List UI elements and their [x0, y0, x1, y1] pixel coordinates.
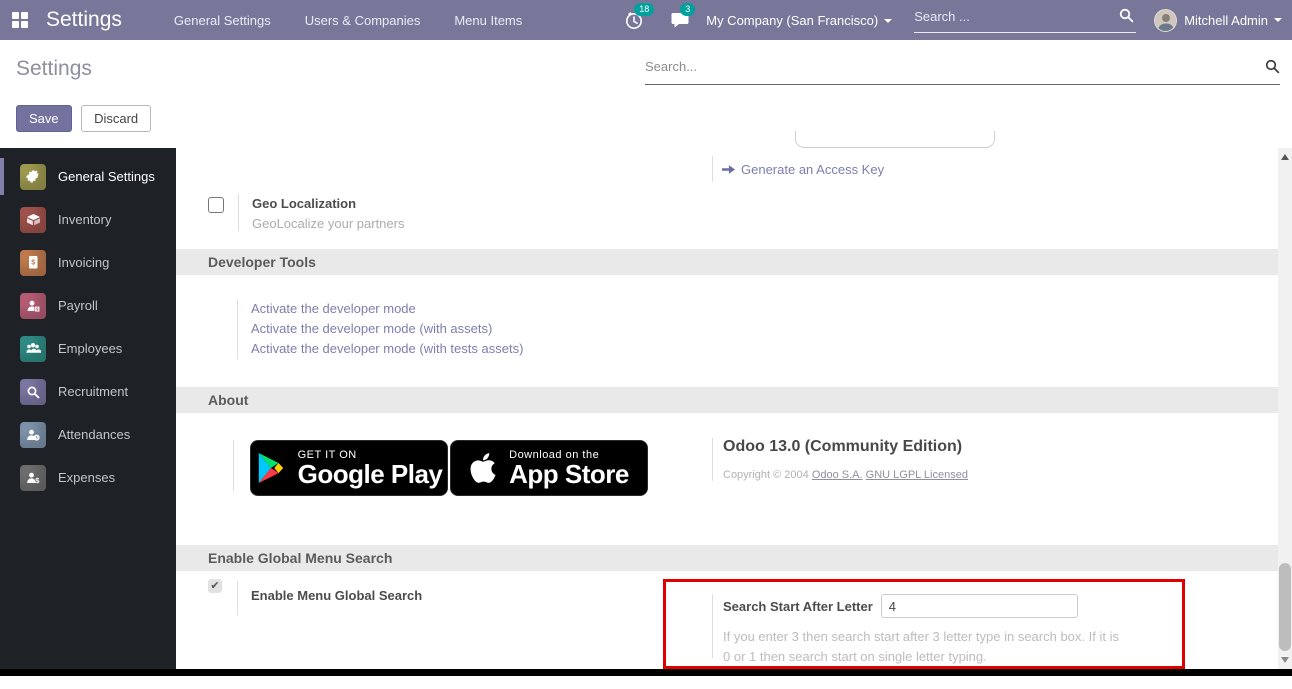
control-panel: Settings [0, 40, 1292, 96]
sidebar-item-invoicing[interactable]: $ Invoicing [0, 241, 176, 284]
geo-localization-subtitle: GeoLocalize your partners [252, 216, 404, 231]
apps-menu-button[interactable] [0, 0, 40, 40]
chevron-down-icon [884, 19, 892, 23]
help-text-line1: If you enter 3 then search start after 3… [723, 627, 1172, 647]
sidebar-item-inventory[interactable]: Inventory [0, 198, 176, 241]
sidebar-item-general-settings[interactable]: General Settings [0, 155, 176, 198]
enable-menu-global-search-label: Enable Menu Global Search [237, 581, 422, 615]
settings-search-input[interactable] [645, 59, 1235, 74]
sidebar-item-employees[interactable]: Employees [0, 327, 176, 370]
about-section: GET IT ON Google Play Download on the Ap… [176, 413, 1292, 545]
geo-localization-checkbox[interactable] [208, 197, 224, 213]
recruitment-magnifier-icon [20, 379, 46, 405]
sidebar-item-label: Payroll [58, 298, 98, 313]
svg-text:$: $ [35, 476, 40, 485]
topbar-search-input[interactable] [914, 9, 1104, 24]
messages-button[interactable]: 3 [670, 10, 690, 30]
geo-localization-setting: Geo Localization GeoLocalize your partne… [208, 194, 1292, 231]
copyright-line: Copyright © 2004 Odoo S.A. GNU LGPL Lice… [723, 469, 968, 481]
activate-dev-mode-assets-link[interactable]: Activate the developer mode (with assets… [251, 319, 1292, 339]
expenses-icon: $ [20, 465, 46, 491]
developer-mode-links: Activate the developer mode Activate the… [237, 299, 1292, 359]
sidebar-item-label: Employees [58, 341, 122, 356]
gear-icon [20, 164, 46, 190]
avatar [1154, 9, 1177, 32]
svg-text:$: $ [35, 306, 38, 311]
company-switcher[interactable]: My Company (San Francisco) [706, 13, 892, 28]
chevron-down-icon [1274, 18, 1282, 22]
google-play-icon [256, 451, 286, 485]
help-text-line2: 0 or 1 then search start on single lette… [723, 647, 1172, 667]
inventory-box-icon [20, 207, 46, 233]
scrollbar-thumb[interactable] [1279, 563, 1291, 651]
employees-icon [20, 336, 46, 362]
sidebar-item-payroll[interactable]: $ Payroll [0, 284, 176, 327]
scroll-up-icon[interactable] [1281, 154, 1289, 160]
enable-menu-global-search-checkbox[interactable]: ✔ [208, 579, 222, 593]
gnu-lgpl-link[interactable]: GNU LGPL Licensed [866, 469, 968, 481]
scroll-down-icon[interactable] [1281, 657, 1289, 663]
vertical-scrollbar[interactable] [1278, 148, 1292, 669]
activate-dev-mode-link[interactable]: Activate the developer mode [251, 299, 1292, 319]
top-menu: General Settings Users & Companies Menu … [172, 1, 524, 40]
company-name: My Company (San Francisco) [706, 13, 878, 28]
arrow-right-icon [722, 164, 735, 175]
topbar-search [914, 8, 1136, 33]
sidebar-item-label: Expenses [58, 470, 115, 485]
section-header-global-menu-search: Enable Global Menu Search [176, 545, 1292, 571]
user-menu[interactable]: Mitchell Admin [1154, 9, 1282, 32]
top-navbar: Settings General Settings Users & Compan… [0, 0, 1292, 40]
save-button[interactable]: Save [16, 105, 72, 132]
section-header-about: About [176, 387, 1292, 413]
app-title: Settings [46, 8, 122, 32]
odoo-version: Odoo 13.0 (Community Edition) [723, 438, 968, 456]
settings-content: Generate an Access Key Geo Localization … [176, 148, 1292, 676]
section-header-developer-tools: Developer Tools [176, 249, 1292, 275]
menu-menu-items[interactable]: Menu Items [452, 1, 524, 40]
sidebar-item-attendances[interactable]: Attendances [0, 413, 176, 456]
attendance-icon [20, 422, 46, 448]
sidebar-item-label: Invoicing [58, 255, 109, 270]
payroll-icon: $ [20, 293, 46, 319]
activities-badge: 18 [634, 3, 654, 16]
geo-localization-title: Geo Localization [252, 194, 404, 211]
user-name: Mitchell Admin [1184, 13, 1268, 28]
menu-users-companies[interactable]: Users & Companies [303, 1, 423, 40]
sidebar-item-label: General Settings [58, 169, 155, 184]
menu-general-settings[interactable]: General Settings [172, 1, 273, 40]
settings-search [645, 58, 1280, 85]
activate-dev-mode-tests-link[interactable]: Activate the developer mode (with tests … [251, 339, 1292, 359]
search-start-after-letter-label: Search Start After Letter [723, 599, 873, 614]
highlight-red-box: Search Start After Letter If you enter 3… [663, 579, 1185, 669]
google-play-badge[interactable]: GET IT ON Google Play [250, 440, 448, 496]
apple-icon [469, 451, 497, 485]
partially-visible-field[interactable] [795, 131, 995, 148]
sidebar-item-recruitment[interactable]: Recruitment [0, 370, 176, 413]
sidebar-item-expenses[interactable]: $ Expenses [0, 456, 176, 499]
search-icon[interactable] [1119, 8, 1134, 23]
sidebar-item-label: Inventory [58, 212, 111, 227]
search-icon[interactable] [1265, 59, 1280, 74]
bottom-black-bar [0, 669, 1292, 676]
apps-grid-icon [12, 12, 28, 28]
app-store-badge[interactable]: Download on the App Store [450, 440, 648, 496]
messages-badge: 3 [680, 3, 695, 16]
svg-text:$: $ [31, 260, 35, 267]
settings-sidebar: General Settings Inventory $ Invoicing $… [0, 148, 176, 676]
search-start-after-letter-input[interactable] [881, 594, 1078, 618]
activities-button[interactable]: 18 [624, 10, 644, 30]
discard-button[interactable]: Discard [81, 105, 151, 132]
sidebar-item-label: Attendances [58, 427, 130, 442]
page-title: Settings [16, 57, 92, 81]
generate-access-key-link[interactable]: Generate an Access Key [712, 156, 884, 182]
odoo-sa-link[interactable]: Odoo S.A. [812, 469, 863, 481]
invoice-icon: $ [20, 250, 46, 276]
button-row: Save Discard [0, 96, 1292, 148]
sidebar-item-label: Recruitment [58, 384, 128, 399]
